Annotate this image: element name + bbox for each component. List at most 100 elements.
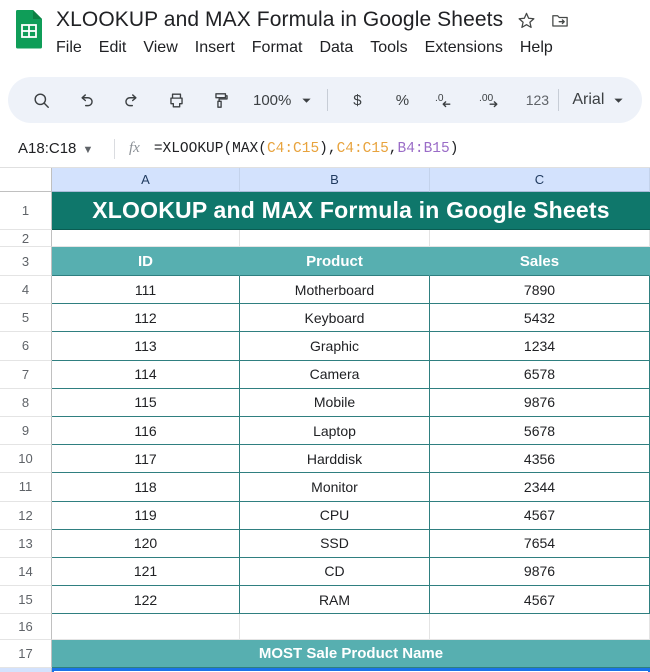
cell-b16[interactable]: [240, 614, 430, 641]
row-header-1[interactable]: 1: [0, 192, 52, 230]
paint-format-icon[interactable]: [204, 83, 238, 117]
table-header-sales[interactable]: Sales: [430, 247, 650, 276]
cell-c2[interactable]: [430, 230, 650, 247]
title-banner-cell[interactable]: XLOOKUP and MAX Formula in Google Sheets: [52, 192, 650, 230]
cell-a16[interactable]: [52, 614, 240, 641]
menu-item-format[interactable]: Format: [252, 39, 303, 57]
percent-format-button[interactable]: %: [385, 83, 419, 117]
cell-c11[interactable]: 2344: [430, 473, 650, 502]
cell-a5[interactable]: 112: [52, 304, 240, 333]
cell-a9[interactable]: 116: [52, 416, 240, 446]
row-header-18[interactable]: 18: [0, 668, 52, 672]
row-header-17[interactable]: 17: [0, 640, 52, 669]
cell-b5[interactable]: Keyboard: [240, 304, 430, 333]
row-header-2[interactable]: 2: [0, 230, 52, 247]
row-header-15[interactable]: 15: [0, 586, 52, 615]
cell-b13[interactable]: SSD: [240, 529, 430, 558]
cell-b9[interactable]: Laptop: [240, 416, 430, 446]
cell-c8[interactable]: 9876: [430, 388, 650, 417]
cell-c5[interactable]: 5432: [430, 304, 650, 333]
table-header-id[interactable]: ID: [52, 247, 240, 276]
menu-item-insert[interactable]: Insert: [195, 39, 235, 57]
cell-c12[interactable]: 4567: [430, 501, 650, 530]
row-header-7[interactable]: 7: [0, 360, 52, 389]
column-header-a[interactable]: A: [52, 168, 240, 192]
row-header-8[interactable]: 8: [0, 388, 52, 417]
cell-c10[interactable]: 4356: [430, 445, 650, 474]
cell-c4[interactable]: 7890: [430, 276, 650, 305]
cell-b4[interactable]: Motherboard: [240, 276, 430, 305]
menu-item-tools[interactable]: Tools: [370, 39, 407, 57]
row-header-16[interactable]: 16: [0, 614, 52, 641]
row-header-12[interactable]: 12: [0, 501, 52, 530]
cell-b2[interactable]: [240, 230, 430, 247]
font-name-value[interactable]: Arial: [571, 83, 605, 117]
decrease-decimal-icon[interactable]: .0: [430, 83, 464, 117]
row-header-13[interactable]: 13: [0, 529, 52, 558]
name-box-value: A18:C18: [18, 140, 77, 157]
chevron-down-icon[interactable]: [297, 83, 315, 117]
row-header-6[interactable]: 6: [0, 332, 52, 361]
column-header-c[interactable]: C: [430, 168, 650, 192]
row-header-3[interactable]: 3: [0, 247, 52, 276]
currency-format-button[interactable]: $: [340, 83, 374, 117]
chevron-down-icon-font[interactable]: [609, 83, 627, 117]
column-header-b[interactable]: B: [240, 168, 430, 192]
increase-decimal-icon[interactable]: .00: [475, 83, 509, 117]
row-header-11[interactable]: 11: [0, 473, 52, 502]
menu-item-extensions[interactable]: Extensions: [425, 39, 503, 57]
row-header-14[interactable]: 14: [0, 557, 52, 587]
menu-item-file[interactable]: File: [56, 39, 82, 57]
cell-c14[interactable]: 9876: [430, 557, 650, 587]
cell-c9[interactable]: 5678: [430, 416, 650, 446]
cell-b8[interactable]: Mobile: [240, 388, 430, 417]
redo-icon[interactable]: [114, 83, 148, 117]
cell-a6[interactable]: 113: [52, 332, 240, 361]
undo-icon[interactable]: [69, 83, 103, 117]
cell-b11[interactable]: Monitor: [240, 473, 430, 502]
cell-a7[interactable]: 114: [52, 360, 240, 389]
row-header-9[interactable]: 9: [0, 416, 52, 446]
chevron-down-icon-namebox[interactable]: ▼: [83, 144, 94, 156]
search-icon[interactable]: [24, 83, 58, 117]
cell-b15[interactable]: RAM: [240, 586, 430, 615]
select-all-corner[interactable]: [0, 168, 52, 192]
table-header-product[interactable]: Product: [240, 247, 430, 276]
cell-b14[interactable]: CD: [240, 557, 430, 587]
result-value-cell[interactable]: Mobile: [52, 668, 650, 672]
star-icon[interactable]: [517, 11, 536, 30]
cell-a4[interactable]: 111: [52, 276, 240, 305]
cell-c16[interactable]: [430, 614, 650, 641]
formula-input[interactable]: =XLOOKUP(MAX(C4:C15),C4:C15,B4:B15): [154, 141, 459, 157]
cell-a2[interactable]: [52, 230, 240, 247]
cell-a15[interactable]: 122: [52, 586, 240, 615]
cell-a11[interactable]: 118: [52, 473, 240, 502]
cell-c6[interactable]: 1234: [430, 332, 650, 361]
result-label-cell[interactable]: MOST Sale Product Name: [52, 640, 650, 669]
page-title[interactable]: XLOOKUP and MAX Formula in Google Sheets: [56, 8, 503, 32]
row-header-5[interactable]: 5: [0, 304, 52, 333]
cell-a8[interactable]: 115: [52, 388, 240, 417]
number-format-button[interactable]: 123: [520, 83, 554, 117]
cell-c13[interactable]: 7654: [430, 529, 650, 558]
cell-a13[interactable]: 120: [52, 529, 240, 558]
menu-item-edit[interactable]: Edit: [99, 39, 127, 57]
cell-c7[interactable]: 6578: [430, 360, 650, 389]
name-box[interactable]: A18:C18 ▼: [18, 140, 110, 157]
row-header-10[interactable]: 10: [0, 445, 52, 474]
move-to-folder-icon[interactable]: [550, 11, 570, 30]
cell-b12[interactable]: CPU: [240, 501, 430, 530]
menu-item-help[interactable]: Help: [520, 39, 553, 57]
zoom-level-value[interactable]: 100%: [249, 83, 295, 117]
cell-c15[interactable]: 4567: [430, 586, 650, 615]
print-icon[interactable]: [159, 83, 193, 117]
menu-item-view[interactable]: View: [143, 39, 177, 57]
cell-b6[interactable]: Graphic: [240, 332, 430, 361]
row-header-4[interactable]: 4: [0, 276, 52, 305]
cell-a10[interactable]: 117: [52, 445, 240, 474]
cell-a14[interactable]: 121: [52, 557, 240, 587]
cell-b7[interactable]: Camera: [240, 360, 430, 389]
menu-item-data[interactable]: Data: [319, 39, 353, 57]
cell-b10[interactable]: Harddisk: [240, 445, 430, 474]
cell-a12[interactable]: 119: [52, 501, 240, 530]
